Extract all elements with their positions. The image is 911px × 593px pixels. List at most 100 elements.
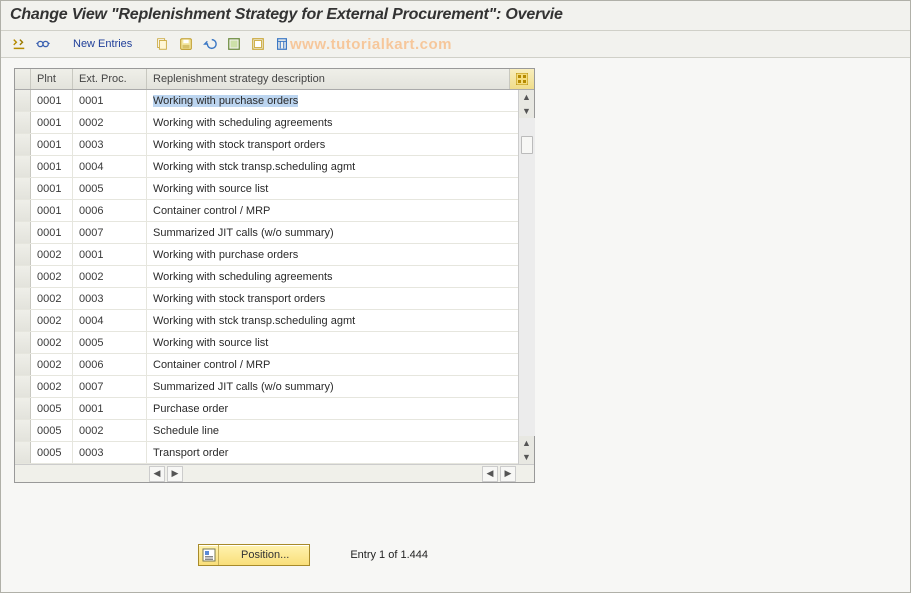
table-row[interactable]: 00010007Summarized JIT calls (w/o summar… bbox=[15, 222, 518, 244]
cell-ext-proc[interactable]: 0002 bbox=[73, 112, 147, 133]
cell-plant[interactable]: 0002 bbox=[31, 310, 73, 331]
cell-description[interactable]: Schedule line bbox=[147, 420, 518, 441]
table-row[interactable]: 00020002Working with scheduling agreemen… bbox=[15, 266, 518, 288]
scroll-down-icon[interactable]: ▼ bbox=[519, 450, 535, 464]
row-selector[interactable] bbox=[15, 310, 31, 331]
table-row[interactable]: 00010004Working with stck transp.schedul… bbox=[15, 156, 518, 178]
cell-ext-proc[interactable]: 0003 bbox=[73, 442, 147, 463]
table-row[interactable]: 00010002Working with scheduling agreemen… bbox=[15, 112, 518, 134]
cell-description[interactable]: Transport order bbox=[147, 442, 518, 463]
row-selector[interactable] bbox=[15, 112, 31, 133]
row-selector[interactable] bbox=[15, 288, 31, 309]
position-button[interactable]: Position... bbox=[198, 544, 310, 566]
scroll-up-icon[interactable]: ▲ bbox=[519, 90, 535, 104]
cell-plant[interactable]: 0002 bbox=[31, 244, 73, 265]
cell-plant[interactable]: 0001 bbox=[31, 90, 73, 111]
new-entries-button[interactable]: New Entries bbox=[64, 35, 141, 53]
display-icon[interactable] bbox=[32, 34, 54, 54]
row-selector[interactable] bbox=[15, 266, 31, 287]
delete-icon[interactable] bbox=[271, 34, 293, 54]
column-header-description[interactable]: Replenishment strategy description bbox=[147, 69, 510, 89]
row-selector[interactable] bbox=[15, 200, 31, 221]
table-row[interactable]: 00010005Working with source list bbox=[15, 178, 518, 200]
cell-plant[interactable]: 0005 bbox=[31, 442, 73, 463]
cell-ext-proc[interactable]: 0001 bbox=[73, 90, 147, 111]
table-row[interactable]: 00010006Container control / MRP bbox=[15, 200, 518, 222]
cell-plant[interactable]: 0001 bbox=[31, 222, 73, 243]
table-row[interactable]: 00020001Working with purchase orders bbox=[15, 244, 518, 266]
row-selector[interactable] bbox=[15, 222, 31, 243]
scroll-up-step2-icon[interactable]: ▲ bbox=[519, 436, 535, 450]
cell-plant[interactable]: 0002 bbox=[31, 288, 73, 309]
cell-ext-proc[interactable]: 0006 bbox=[73, 354, 147, 375]
select-all-icon[interactable] bbox=[223, 34, 245, 54]
row-selector[interactable] bbox=[15, 354, 31, 375]
hscroll-left-icon[interactable]: ◀ bbox=[149, 466, 165, 482]
cell-plant[interactable]: 0001 bbox=[31, 200, 73, 221]
cell-plant[interactable]: 0001 bbox=[31, 134, 73, 155]
undo-icon[interactable] bbox=[199, 34, 221, 54]
cell-plant[interactable]: 0002 bbox=[31, 376, 73, 397]
cell-description[interactable]: Container control / MRP bbox=[147, 200, 518, 221]
table-select-all[interactable] bbox=[15, 69, 31, 89]
scroll-track[interactable] bbox=[519, 118, 535, 436]
cell-ext-proc[interactable]: 0004 bbox=[73, 310, 147, 331]
cell-description[interactable]: Summarized JIT calls (w/o summary) bbox=[147, 222, 518, 243]
cell-description[interactable]: Working with source list bbox=[147, 332, 518, 353]
cell-ext-proc[interactable]: 0001 bbox=[73, 244, 147, 265]
cell-ext-proc[interactable]: 0007 bbox=[73, 376, 147, 397]
row-selector[interactable] bbox=[15, 376, 31, 397]
save-icon[interactable] bbox=[175, 34, 197, 54]
cell-ext-proc[interactable]: 0007 bbox=[73, 222, 147, 243]
cell-description[interactable]: Summarized JIT calls (w/o summary) bbox=[147, 376, 518, 397]
row-selector[interactable] bbox=[15, 134, 31, 155]
cell-ext-proc[interactable]: 0002 bbox=[73, 420, 147, 441]
cell-plant[interactable]: 0001 bbox=[31, 156, 73, 177]
table-row[interactable]: 00050001Purchase order bbox=[15, 398, 518, 420]
deselect-all-icon[interactable] bbox=[247, 34, 269, 54]
table-row[interactable]: 00020005Working with source list bbox=[15, 332, 518, 354]
row-selector[interactable] bbox=[15, 420, 31, 441]
table-row[interactable]: 00010003Working with stock transport ord… bbox=[15, 134, 518, 156]
cell-description[interactable]: Working with stock transport orders bbox=[147, 288, 518, 309]
table-row[interactable]: 00010001Working with purchase orders bbox=[15, 90, 518, 112]
vertical-scrollbar[interactable]: ▲ ▼ ▲ ▼ bbox=[518, 90, 534, 464]
hscroll-left2-icon[interactable]: ◀ bbox=[482, 466, 498, 482]
cell-plant[interactable]: 0002 bbox=[31, 354, 73, 375]
table-row[interactable]: 00020006Container control / MRP bbox=[15, 354, 518, 376]
horizontal-scrollbar[interactable]: ◀ ▶ ◀ ▶ bbox=[15, 464, 534, 482]
cell-description[interactable]: Purchase order bbox=[147, 398, 518, 419]
cell-description[interactable]: Working with stck transp.scheduling agmt bbox=[147, 156, 518, 177]
cell-plant[interactable]: 0001 bbox=[31, 112, 73, 133]
table-row[interactable]: 00020004Working with stck transp.schedul… bbox=[15, 310, 518, 332]
table-row[interactable]: 00050003Transport order bbox=[15, 442, 518, 464]
table-settings-icon[interactable] bbox=[510, 69, 534, 89]
cell-plant[interactable]: 0002 bbox=[31, 332, 73, 353]
row-selector[interactable] bbox=[15, 156, 31, 177]
table-row[interactable]: 00020003Working with stock transport ord… bbox=[15, 288, 518, 310]
hscroll-right2-icon[interactable]: ▶ bbox=[500, 466, 516, 482]
cell-ext-proc[interactable]: 0003 bbox=[73, 134, 147, 155]
cell-ext-proc[interactable]: 0001 bbox=[73, 398, 147, 419]
cell-description[interactable]: Working with stock transport orders bbox=[147, 134, 518, 155]
table-row[interactable]: 00020007Summarized JIT calls (w/o summar… bbox=[15, 376, 518, 398]
cell-plant[interactable]: 0005 bbox=[31, 420, 73, 441]
cell-ext-proc[interactable]: 0006 bbox=[73, 200, 147, 221]
row-selector[interactable] bbox=[15, 398, 31, 419]
cell-description[interactable]: Working with scheduling agreements bbox=[147, 112, 518, 133]
row-selector[interactable] bbox=[15, 90, 31, 111]
cell-description[interactable]: Working with scheduling agreements bbox=[147, 266, 518, 287]
scroll-down-step-icon[interactable]: ▼ bbox=[519, 104, 535, 118]
row-selector[interactable] bbox=[15, 442, 31, 463]
cell-description[interactable]: Working with stck transp.scheduling agmt bbox=[147, 310, 518, 331]
cell-description[interactable]: Working with purchase orders bbox=[147, 244, 518, 265]
cell-ext-proc[interactable]: 0004 bbox=[73, 156, 147, 177]
table-row[interactable]: 00050002Schedule line bbox=[15, 420, 518, 442]
cell-description[interactable]: Working with source list bbox=[147, 178, 518, 199]
row-selector[interactable] bbox=[15, 244, 31, 265]
row-selector[interactable] bbox=[15, 178, 31, 199]
cell-plant[interactable]: 0005 bbox=[31, 398, 73, 419]
cell-description[interactable]: Working with purchase orders bbox=[147, 90, 518, 111]
row-selector[interactable] bbox=[15, 332, 31, 353]
cell-plant[interactable]: 0001 bbox=[31, 178, 73, 199]
